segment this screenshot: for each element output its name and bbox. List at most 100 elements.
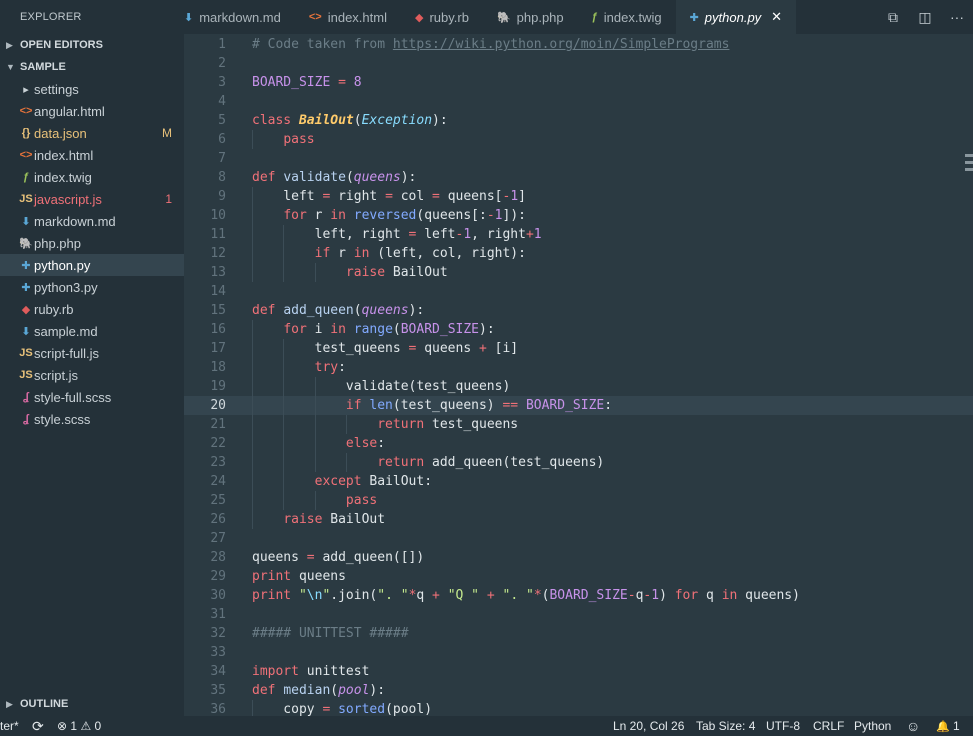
scss-icon: ʆ [23, 391, 29, 403]
line-number: 31 [210, 607, 226, 622]
tab-size[interactable]: Tab Size: 4 [696, 716, 755, 736]
file-label: ruby.rb [34, 301, 74, 317]
file-label: angular.html [34, 103, 105, 119]
sample-folder-section[interactable]: ▼ SAMPLE [0, 56, 184, 78]
bell-icon: 🔔 [936, 721, 950, 733]
line-number: 25 [210, 493, 226, 508]
notification-count: 1 [953, 719, 960, 733]
code-line: 23 return add_queen(test_queens) [184, 453, 973, 472]
line-number: 19 [210, 379, 226, 394]
git-branch[interactable]: ter* [0, 716, 19, 736]
file-item[interactable]: {} data.json M [0, 122, 184, 144]
tab-python-py[interactable]: ✚ python.py ✕ [675, 0, 797, 34]
code-line: 29 print queens [184, 567, 973, 586]
code-line: 33 [184, 643, 973, 662]
line-number: 15 [210, 303, 226, 318]
code-line: 4 [184, 92, 973, 111]
split-editor-icon[interactable]: ◫ [909, 9, 941, 26]
tab-label: index.html [327, 9, 387, 25]
line-number: 23 [210, 455, 226, 470]
code-line: 25 pass [184, 491, 973, 510]
file-label: style.scss [34, 411, 91, 427]
file-item[interactable]: ✚ python3.py [0, 276, 184, 298]
file-item[interactable]: ◆ ruby.rb [0, 298, 184, 320]
cursor-position[interactable]: Ln 20, Col 26 [613, 716, 684, 736]
tab-index-html[interactable]: <> index.html [295, 0, 401, 34]
code-text: # Code taken from https://wiki.python.or… [252, 37, 730, 52]
file-item[interactable]: ƒ index.twig [0, 166, 184, 188]
line-number: 9 [218, 189, 226, 204]
code-text: if len(test_queens) == BOARD_SIZE: [345, 398, 613, 413]
file-item[interactable]: ʆ style.scss [0, 408, 184, 430]
line-number: 10 [210, 208, 226, 223]
tab-php-php[interactable]: 🐘 php.php [483, 0, 578, 34]
file-tree: ▸ settings <> angular.html{} data.json M <> ind… [0, 78, 184, 430]
file-item[interactable]: ⬇ sample.md [0, 320, 184, 342]
explorer-title: EXPLORER [20, 11, 82, 23]
code-line: 5 class BailOut(Exception): [184, 111, 973, 130]
file-item[interactable]: JS script-full.js [0, 342, 184, 364]
code-editor[interactable]: 1 # Code taken from https://wiki.python.o… [184, 34, 973, 716]
line-number: 4 [218, 94, 226, 109]
code-text: pass [283, 132, 315, 147]
file-item[interactable]: <> angular.html [0, 100, 184, 122]
file-item[interactable]: ʆ style-full.scss [0, 386, 184, 408]
open-editors-section[interactable]: ▶ OPEN EDITORS [0, 34, 184, 56]
code-line: 8 def validate(queens): [184, 168, 973, 187]
line-number: 12 [210, 246, 226, 261]
sync-icon[interactable]: ⟳ [32, 716, 44, 736]
close-icon[interactable]: ✕ [771, 9, 782, 25]
file-status-badge: 1 [165, 192, 172, 206]
scss-icon: ʆ [23, 413, 29, 425]
outline-label: OUTLINE [20, 698, 69, 710]
file-item[interactable]: <> index.html [0, 144, 184, 166]
line-number: 13 [210, 265, 226, 280]
code-line: 20 if len(test_queens) == BOARD_SIZE: [184, 396, 973, 415]
twig-icon: ƒ [591, 11, 598, 23]
notifications[interactable]: 🔔 1 [936, 716, 960, 736]
tab-ruby-rb[interactable]: ◆ ruby.rb [401, 0, 483, 34]
feedback-icon[interactable]: ☺ [906, 716, 920, 736]
line-number: 3 [218, 75, 226, 90]
editor-tab-bar: ⬇ markdown.md <> index.html ◆ ruby.rb 🐘 php.php… [184, 0, 973, 34]
html-icon: <> [19, 149, 33, 161]
code-text: except BailOut: [314, 474, 433, 489]
encoding[interactable]: UTF-8 [766, 716, 800, 736]
html-icon: <> [19, 105, 33, 117]
file-status-badge: M [162, 126, 172, 140]
ruby-icon: ◆ [21, 303, 31, 316]
code-line: 28 queens = add_queen([]) [184, 548, 973, 567]
folder-chevron-icon: ▸ [23, 83, 29, 96]
code-text: BOARD_SIZE = 8 [252, 75, 362, 90]
file-item[interactable]: ▸ settings [0, 78, 184, 100]
json-icon: {} [21, 127, 31, 139]
tab-list: ⬇ markdown.md <> index.html ◆ ruby.rb 🐘 php.php… [170, 0, 797, 34]
line-ending[interactable]: CRLF [813, 716, 844, 736]
tab-markdown-md[interactable]: ⬇ markdown.md [170, 0, 295, 34]
line-number: 11 [210, 227, 226, 242]
php-icon: 🐘 [496, 11, 511, 24]
file-item[interactable]: 🐘 php.php [0, 232, 184, 254]
language-mode[interactable]: Python [854, 716, 891, 736]
file-label: php.php [34, 235, 81, 251]
tab-index-twig[interactable]: ƒ index.twig [578, 0, 676, 34]
outline-section[interactable]: ▶ OUTLINE [0, 693, 184, 715]
file-item[interactable]: JS javascript.js 1 [0, 188, 184, 210]
line-number: 1 [218, 37, 226, 52]
code-text: copy = sorted(pool) [252, 702, 433, 716]
code-text: pass [345, 493, 378, 508]
file-item[interactable]: JS script.js [0, 364, 184, 386]
file-item[interactable]: ⬇ markdown.md [0, 210, 184, 232]
more-actions-icon[interactable]: ··· [941, 9, 973, 25]
code-text: print "\n".join(". "*q + "Q " + ". "*(BO… [252, 588, 800, 603]
code-text: import unittest [252, 664, 370, 679]
minimap-scroll-marker[interactable] [965, 154, 973, 194]
chevron-right-icon: ▶ [6, 40, 13, 50]
compare-changes-icon[interactable]: ⧉ [877, 9, 909, 26]
code-line: 15 def add_queen(queens): [184, 301, 973, 320]
file-item[interactable]: ✚ python.py [0, 254, 184, 276]
line-number: 8 [218, 170, 226, 185]
line-number: 24 [210, 474, 226, 489]
code-text: else: [345, 436, 386, 451]
problems-indicator[interactable]: ⊗ 1 ⚠ 0 [57, 716, 101, 736]
